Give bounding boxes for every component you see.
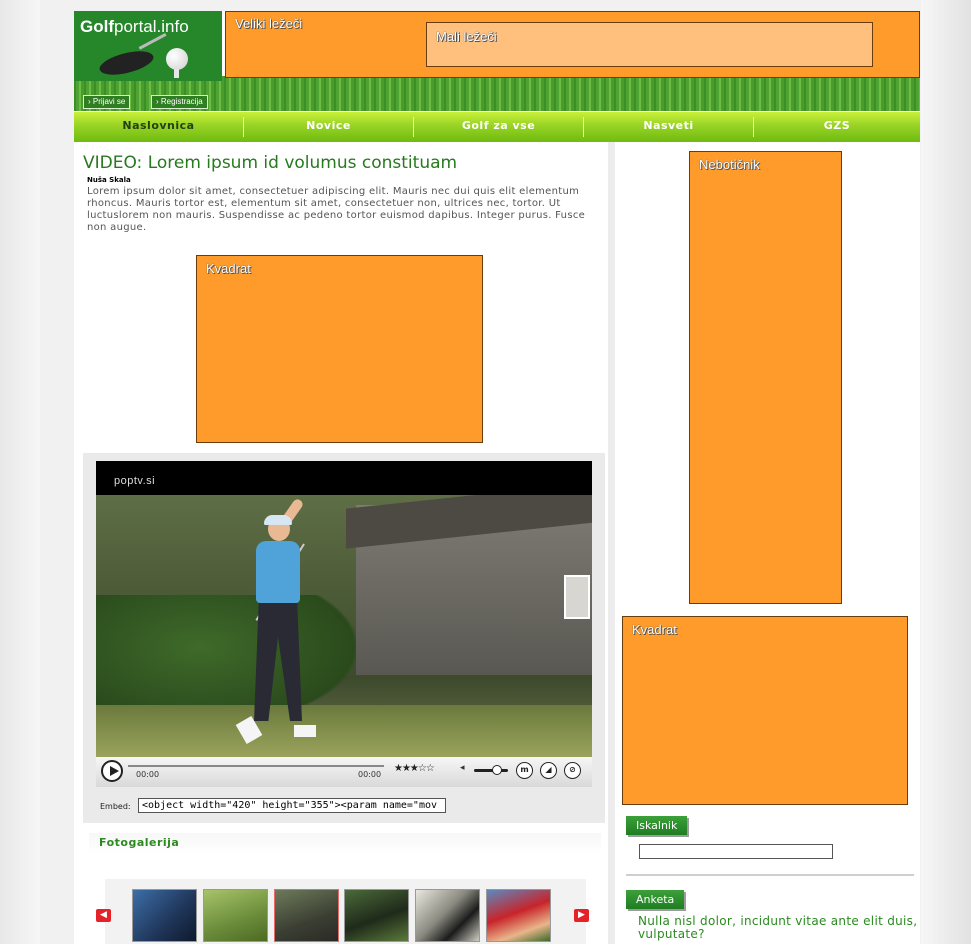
embed-code-field[interactable]: <object width="420" height="355"><param … [138,798,446,813]
site-container: Golfportal.info › Prijavi se › Registrac… [74,11,920,944]
ad-skyscraper-label: Nebotičnik [699,157,760,172]
video-frame[interactable] [96,495,592,757]
nav-item-gzs[interactable]: GZS [754,112,920,142]
share-button[interactable]: ◢ [540,762,557,779]
link-button[interactable]: ⊘ [564,762,581,779]
search-tab: Iskalnik [626,816,688,835]
article-title: VIDEO: Lorem ipsum id volumus constituam [83,153,458,173]
nav-item-novice[interactable]: Novice [244,112,413,142]
golf-club-icon [97,44,156,82]
ad-banner-wide-label: Veliki ležeči [235,16,303,31]
ad-banner-small[interactable]: Mali ležeči [426,22,873,67]
video-bg-lawn [96,705,592,757]
main-navigation: Naslovnica Novice Golf za vse Nasveti GZ… [74,112,920,142]
site-logo[interactable]: Golfportal.info [74,11,222,82]
gallery-thumbnail[interactable] [203,889,268,942]
column-divider [608,142,615,944]
gallery-prev-icon[interactable]: ◀ [96,909,111,922]
search-input[interactable] [639,844,833,859]
gallery-next-icon[interactable]: ▶ [574,909,589,922]
video-bg-window [564,575,590,619]
rating-stars[interactable]: ★★★☆☆ [394,763,435,774]
ad-skyscraper[interactable]: Nebotičnik [689,151,842,604]
time-current: 00:00 [136,770,160,779]
volume-icon[interactable]: ◂ [460,763,465,773]
golfer-pants [254,601,302,721]
gallery-thumbnail[interactable] [486,889,551,942]
golf-ball-icon [166,48,188,70]
video-brand-logo: poptv.si [114,475,156,487]
video-golfer [235,497,324,755]
golfer-shirt [256,541,300,603]
tee-icon [174,69,179,78]
time-total: 00:00 [358,770,382,779]
sidebar-divider [626,874,914,876]
article-body: Lorem ipsum dolor sit amet, consectetuer… [87,186,586,233]
seek-bar[interactable] [128,765,384,767]
golfer-cap [264,515,292,525]
video-section: poptv.si 00:00 00:00 ★★★☆☆ ◂ m ◢ ⊘ Embed… [83,453,605,823]
poll-question: Nulla nisl dolor, incidunt vitae ante el… [638,914,918,941]
nav-item-nasveti[interactable]: Nasveti [584,112,753,142]
ad-square-article[interactable]: Kvadrat [196,255,483,443]
article-author[interactable]: Nuša Skala [87,176,131,184]
header: Golfportal.info › Prijavi se › Registrac… [74,11,920,111]
login-button[interactable]: › Prijavi se [83,95,131,109]
volume-knob[interactable] [492,765,502,775]
page-background: Golfportal.info › Prijavi se › Registrac… [0,0,971,944]
menu-button[interactable]: m [516,762,533,779]
gallery-thumbnail[interactable] [344,889,409,942]
video-player[interactable]: poptv.si 00:00 00:00 ★★★☆☆ ◂ m ◢ ⊘ [96,461,592,787]
video-controls: 00:00 00:00 ★★★☆☆ ◂ m ◢ ⊘ [96,757,592,787]
ad-square-sidebar[interactable]: Kvadrat [622,616,908,805]
logo-text: Golfportal.info [80,17,189,36]
gallery-title: Fotogalerija [99,836,180,849]
volume-slider[interactable] [474,769,508,772]
gallery-thumbnail[interactable] [415,889,480,942]
gallery-thumbnail[interactable] [274,889,339,942]
nav-item-naslovnica[interactable]: Naslovnica [74,112,243,142]
register-button[interactable]: › Registracija [151,95,208,109]
gallery-thumbnail[interactable] [132,889,197,942]
nav-item-golf-za-vse[interactable]: Golf za vse [414,112,583,142]
ad-square-article-label: Kvadrat [206,261,251,276]
embed-label: Embed: [100,802,131,811]
golfer-shoe [294,725,316,737]
ad-square-sidebar-label: Kvadrat [632,622,677,637]
play-icon[interactable] [101,760,123,782]
poll-tab: Anketa [626,890,685,909]
ad-banner-small-label: Mali ležeči [436,29,497,44]
